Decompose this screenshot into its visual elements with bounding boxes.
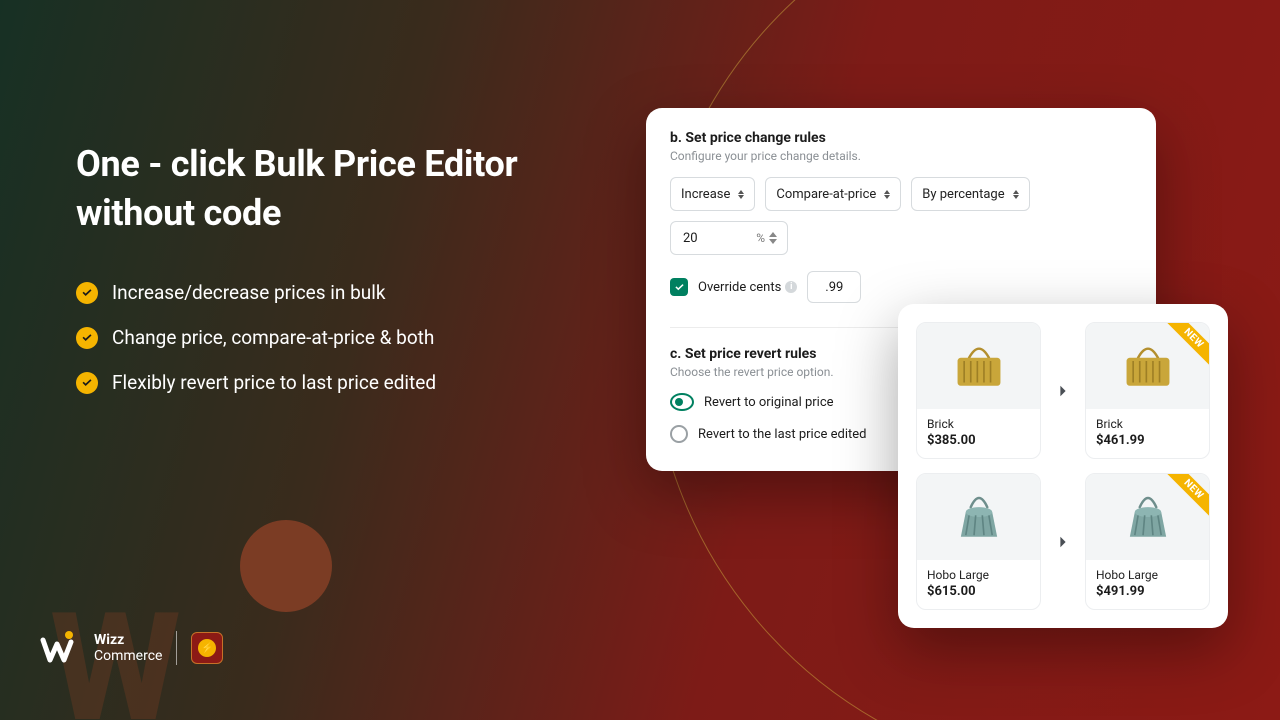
- cents-value: .99: [825, 280, 843, 295]
- product-after-tile: NEW Hobo Large $491.99: [1085, 473, 1210, 610]
- product-before-tile: Hobo Large $615.00: [916, 473, 1041, 610]
- override-cents-label: Override cents i: [698, 280, 797, 295]
- radio-icon: [670, 393, 694, 411]
- number-stepper-icon[interactable]: [769, 226, 783, 250]
- override-cents-row: Override cents i .99: [670, 271, 1132, 303]
- bfcm-badge-icon: ⚡: [191, 632, 223, 664]
- product-image: [917, 323, 1040, 409]
- product-price-after: $461.99: [1096, 433, 1199, 448]
- amount-unit: %: [756, 231, 765, 245]
- bag-yellow-icon: [946, 336, 1012, 396]
- product-row: Hobo Large $615.00 NEW: [916, 473, 1210, 610]
- mode-value: By percentage: [922, 187, 1004, 202]
- section-b: b. Set price change rules Configure your…: [670, 130, 1132, 303]
- select-row: Increase Compare-at-price By percentage …: [670, 177, 1132, 255]
- bag-teal-icon: [1115, 487, 1181, 547]
- cents-input[interactable]: .99: [807, 271, 861, 303]
- radio-label: Revert to the last price edited: [698, 427, 867, 442]
- bullet-text: Change price, compare-at-price & both: [112, 326, 434, 349]
- arrow-right-icon: [1051, 379, 1075, 403]
- bag-yellow-icon: [1115, 336, 1181, 396]
- bullet-text: Increase/decrease prices in bulk: [112, 281, 386, 304]
- logo-separator: [176, 631, 177, 665]
- sort-caret-icon: [1013, 190, 1019, 199]
- product-price-before: $615.00: [927, 584, 1030, 599]
- brand-name: Wizz Commerce: [94, 632, 162, 664]
- field-select[interactable]: Compare-at-price: [765, 177, 901, 211]
- product-name: Brick: [1096, 417, 1199, 431]
- sort-caret-icon: [884, 190, 890, 199]
- product-name: Hobo Large: [1096, 568, 1199, 582]
- bullet-list: Increase/decrease prices in bulk Change …: [76, 281, 596, 394]
- product-name: Hobo Large: [927, 568, 1030, 582]
- check-icon: [76, 327, 98, 349]
- direction-value: Increase: [681, 187, 730, 202]
- product-price-before: $385.00: [927, 433, 1030, 448]
- product-price-after: $491.99: [1096, 584, 1199, 599]
- section-title: b. Set price change rules: [670, 130, 1132, 146]
- logo-mark-icon: [40, 628, 80, 668]
- bullet-item: Increase/decrease prices in bulk: [76, 281, 596, 304]
- bullet-text: Flexibly revert price to last price edit…: [112, 371, 436, 394]
- override-cents-checkbox[interactable]: [670, 278, 688, 296]
- bag-teal-icon: [946, 487, 1012, 547]
- bullet-item: Change price, compare-at-price & both: [76, 326, 596, 349]
- product-preview-card: Brick $385.00 NEW: [898, 304, 1228, 628]
- product-after-tile: NEW Brick $461.99: [1085, 322, 1210, 459]
- headline-block: One - click Bulk Price Editor without co…: [76, 140, 596, 416]
- bullet-item: Flexibly revert price to last price edit…: [76, 371, 596, 394]
- info-icon[interactable]: i: [785, 281, 797, 293]
- brand-logo: Wizz Commerce ⚡: [40, 628, 223, 668]
- arrow-right-icon: [1051, 530, 1075, 554]
- promo-stage: W One - click Bulk Price Editor without …: [0, 0, 1280, 720]
- product-row: Brick $385.00 NEW: [916, 322, 1210, 459]
- direction-select[interactable]: Increase: [670, 177, 755, 211]
- mode-select[interactable]: By percentage: [911, 177, 1029, 211]
- field-value: Compare-at-price: [776, 187, 876, 202]
- headline: One - click Bulk Price Editor without co…: [76, 140, 596, 237]
- product-before-tile: Brick $385.00: [916, 322, 1041, 459]
- radio-icon: [670, 425, 688, 443]
- product-name: Brick: [927, 417, 1030, 431]
- check-icon: [76, 282, 98, 304]
- check-icon: [76, 372, 98, 394]
- radio-label: Revert to original price: [704, 395, 834, 410]
- amount-value: 20: [683, 231, 698, 246]
- amount-input[interactable]: 20 %: [670, 221, 788, 255]
- product-image: [917, 474, 1040, 560]
- sort-caret-icon: [738, 190, 744, 199]
- section-subtitle: Configure your price change details.: [670, 149, 1132, 163]
